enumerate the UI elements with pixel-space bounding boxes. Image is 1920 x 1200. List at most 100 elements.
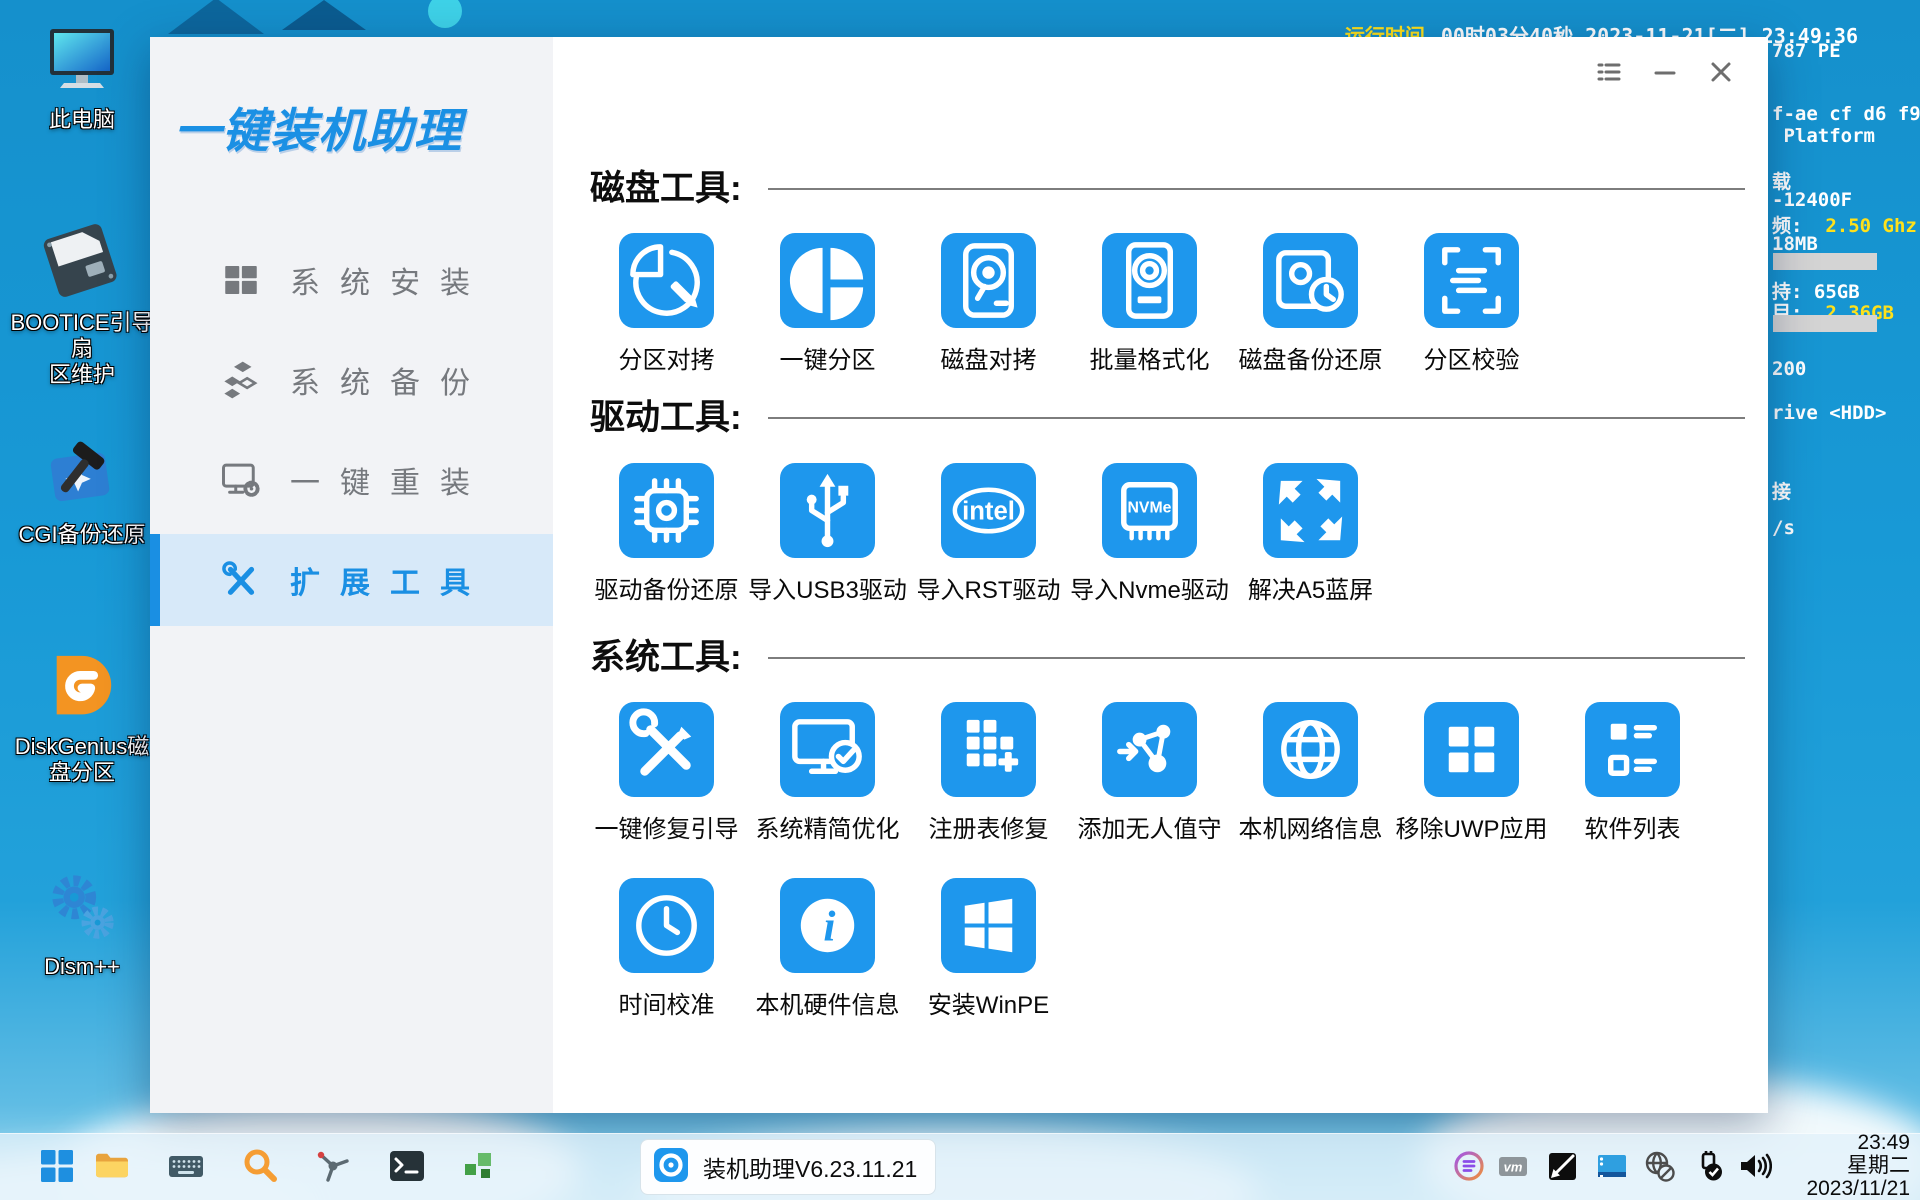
list-menu-button[interactable]: [1594, 59, 1624, 89]
desktop-icon-label: 此电脑: [4, 107, 160, 133]
display-icon: [1595, 1149, 1629, 1183]
hdd-format-icon: [1102, 233, 1197, 328]
tray-speaker-button[interactable]: [1738, 1149, 1772, 1183]
system-info-panel: 787 PEf-ae cf d6 f9 7f a5 Platform载-1240…: [1772, 0, 1920, 1200]
registry-grid-icon: [941, 702, 1036, 797]
tool-label: 系统精简优化: [756, 809, 900, 844]
info-progress-bar: [1773, 315, 1877, 332]
tool-usb[interactable]: 导入USB3驱动: [747, 463, 908, 613]
tool-label: 解决A5蓝屏: [1248, 570, 1373, 605]
minimize-button[interactable]: [1650, 59, 1680, 89]
tool-info-circle[interactable]: i本机硬件信息: [747, 878, 908, 1028]
tool-hdd-format[interactable]: 批量格式化: [1069, 233, 1230, 383]
info-line: /s: [1772, 517, 1795, 539]
close-button[interactable]: [1706, 59, 1736, 89]
sidebar-item-extension-tools[interactable]: 扩展工具: [150, 534, 553, 626]
sidebar-item-label: 一键重装: [290, 458, 490, 502]
sidebar-item-one-key-reinstall[interactable]: 一键重装: [150, 434, 553, 526]
tray-display-button[interactable]: [1595, 1149, 1629, 1183]
diskgenius-icon: [4, 642, 160, 726]
taskbar: [0, 1133, 1920, 1200]
info-line: 接: [1772, 477, 1791, 504]
app-logo-icon: [653, 1147, 689, 1188]
win-logo-icon: [941, 878, 1036, 973]
satellite-icon: [313, 1146, 353, 1186]
main-content: 磁盘工具:分区对拷一键分区磁盘对拷批量格式化磁盘备份还原分区校验驱动工具:驱动备…: [553, 37, 1768, 1113]
app-title: 一键装机助理: [174, 92, 462, 161]
usb-eject-icon: [1692, 1149, 1726, 1183]
taskbar-clock[interactable]: 23:49 星期二 2023/11/21: [1806, 1131, 1910, 1200]
info-progress-bar: [1773, 253, 1877, 270]
desktop: 运行时间00时03分40秒 2023-11-21[二] 23:49:36 此电脑…: [0, 0, 1920, 1200]
keyboard-icon: [166, 1146, 206, 1186]
section-divider: [768, 657, 1745, 659]
clock-time: 23:49: [1806, 1131, 1910, 1154]
sidebar-item-label: 系统备份: [290, 358, 490, 402]
tool-pie-pencil[interactable]: 分区对拷: [586, 233, 747, 383]
desktop-icon-cgi-backup[interactable]: CGI备份还原: [4, 430, 160, 548]
nodes-icon: [1102, 702, 1197, 797]
uwp-grid-icon: [1424, 702, 1519, 797]
tool-nodes[interactable]: 添加无人值守: [1069, 702, 1230, 852]
clock-icon: [619, 878, 714, 973]
taskbar-start-button[interactable]: [37, 1146, 77, 1186]
taskbar-app-button[interactable]: 装机助理V6.23.11.21: [640, 1139, 936, 1195]
desktop-icon-bootice[interactable]: BOOTICE引导扇区维护: [4, 218, 160, 388]
cubes-icon: [150, 359, 290, 401]
taskbar-folder-button[interactable]: [92, 1146, 132, 1186]
intel-icon: intel: [941, 463, 1036, 558]
tool-nvme[interactable]: NVMe导入Nvme驱动: [1069, 463, 1230, 613]
tray-usb-eject-button[interactable]: [1692, 1149, 1726, 1183]
tray-pen-square-button[interactable]: [1545, 1149, 1579, 1183]
svg-text:NVMe: NVMe: [1128, 499, 1172, 516]
tool-hdd-copy[interactable]: 磁盘对拷: [908, 233, 1069, 383]
tray-globe-off-button[interactable]: [1642, 1149, 1676, 1183]
arrows-out-icon: [1263, 463, 1358, 558]
tool-win-logo[interactable]: 安装WinPE: [908, 878, 1069, 1028]
monitor-icon: [4, 15, 160, 99]
tool-clock[interactable]: 时间校准: [586, 878, 747, 1028]
tool-intel[interactable]: intel 导入RST驱动: [908, 463, 1069, 613]
info-line: 18MB: [1772, 233, 1818, 255]
desktop-icon-dism[interactable]: Dism++: [4, 862, 160, 980]
nvme-icon: NVMe: [1102, 463, 1197, 558]
tool-uwp-grid[interactable]: 移除UWP应用: [1391, 702, 1552, 852]
monitor-check-icon: [780, 702, 875, 797]
sidebar-item-system-backup[interactable]: 系统备份: [150, 334, 553, 426]
tool-label: 软件列表: [1585, 809, 1681, 844]
tool-scan-verify[interactable]: 分区校验: [1391, 233, 1552, 383]
tool-grid: 一键修复引导系统精简优化注册表修复添加无人值守本机网络信息移除UWP应用软件列表…: [586, 702, 1713, 1028]
tool-pie-quarters[interactable]: 一键分区: [747, 233, 908, 383]
tool-repair-tools[interactable]: 一键修复引导: [586, 702, 747, 852]
tool-registry-grid[interactable]: 注册表修复: [908, 702, 1069, 852]
minimize-icon: [1651, 58, 1679, 91]
tool-label: 安装WinPE: [928, 985, 1049, 1020]
tool-drive-clock[interactable]: 磁盘备份还原: [1230, 233, 1391, 383]
tool-label: 本机硬件信息: [756, 985, 900, 1020]
taskbar-keyboard-button[interactable]: [166, 1146, 206, 1186]
tray-circle-list-button[interactable]: [1452, 1149, 1486, 1183]
tool-monitor-check[interactable]: 系统精简优化: [747, 702, 908, 852]
taskbar-pixels-button[interactable]: [460, 1146, 500, 1186]
pen-square-icon: [1545, 1149, 1579, 1183]
tool-label: 驱动备份还原: [595, 570, 739, 605]
taskbar-app-label: 装机助理V6.23.11.21: [703, 1150, 917, 1184]
tool-software-list[interactable]: 软件列表: [1552, 702, 1713, 852]
tool-arrows-out[interactable]: 解决A5蓝屏: [1230, 463, 1391, 613]
tool-globe[interactable]: 本机网络信息: [1230, 702, 1391, 852]
sidebar-item-system-install[interactable]: 系统安装: [150, 234, 553, 326]
tool-label: 分区校验: [1424, 340, 1520, 375]
circle-list-icon: [1452, 1149, 1486, 1183]
tool-chip[interactable]: 驱动备份还原: [586, 463, 747, 613]
taskbar-search-button[interactable]: [240, 1146, 280, 1186]
desktop-icon-diskgenius[interactable]: DiskGenius磁盘分区: [4, 642, 160, 786]
taskbar-terminal-button[interactable]: [387, 1146, 427, 1186]
tray-vmware-button[interactable]: vm: [1496, 1149, 1530, 1183]
sidebar-item-label: 扩展工具: [290, 558, 490, 602]
cross-tools-icon: [150, 559, 290, 601]
taskbar-satellite-button[interactable]: [313, 1146, 353, 1186]
tool-label: 批量格式化: [1090, 340, 1210, 375]
desktop-icon-this-pc[interactable]: 此电脑: [4, 15, 160, 133]
clock-weekday: 星期二: [1806, 1154, 1910, 1177]
tool-label: 导入RST驱动: [917, 570, 1061, 605]
